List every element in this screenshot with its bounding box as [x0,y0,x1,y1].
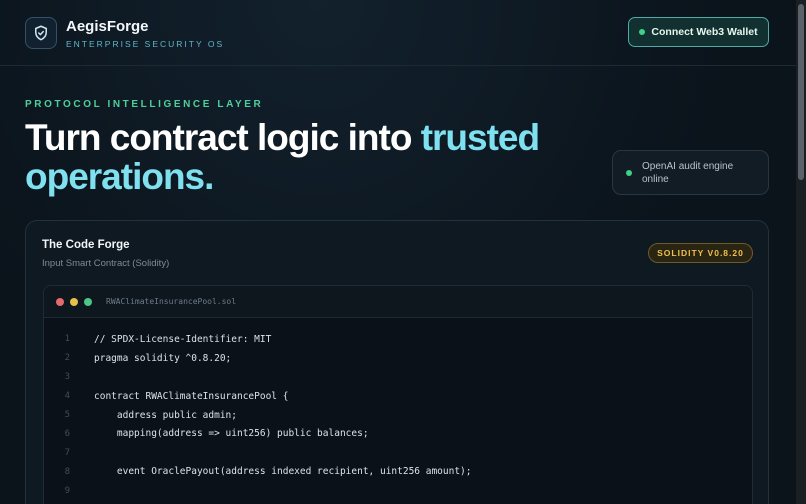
scrollbar-thumb[interactable] [798,4,804,180]
hero-title: Turn contract logic into trusted operati… [25,118,605,196]
code-text[interactable]: pragma solidity ^0.8.20; [70,353,231,364]
line-number: 1 [64,334,70,345]
solidity-version-badge: SOLIDITY V0.8.20 [648,243,753,263]
code-forge-subtitle: Input Smart Contract (Solidity) [42,258,170,269]
line-number: 7 [64,447,70,458]
line-number: 9 [64,485,70,496]
hero-title-plain: Turn contract logic into [25,117,421,158]
code-line[interactable]: 4 contract RWAClimateInsurancePool { [44,387,752,406]
top-header: AegisForge ENTERPRISE SECURITY OS Connec… [0,0,796,66]
code-forge-card: The Code Forge Input Smart Contract (Sol… [25,220,769,504]
window-minimize-dot [70,297,78,306]
line-number: 2 [64,353,70,364]
window-close-dot [56,297,64,306]
code-line[interactable]: 3 [44,368,752,387]
code-text[interactable]: address public admin; [70,410,237,421]
code-text[interactable]: event OraclePayout(address indexed recip… [70,466,472,477]
line-number: 6 [64,428,70,439]
line-number: 8 [64,466,70,477]
line-number: 4 [64,391,70,402]
page: AegisForge ENTERPRISE SECURITY OS Connec… [0,0,796,504]
line-number: 5 [64,410,70,420]
code-text[interactable]: // SPDX-License-Identifier: MIT [70,334,271,345]
shield-check-icon [25,17,57,49]
code-line[interactable]: 8 event OraclePayout(address indexed rec… [44,462,752,481]
code-text[interactable]: contract RWAClimateInsurancePool { [70,391,288,402]
connect-wallet-button[interactable]: Connect Web3 Wallet [628,17,769,47]
line-number: 3 [64,372,70,383]
code-editor[interactable]: RWAClimateInsurancePool.sol 1// SPDX-Lic… [43,285,753,504]
code-text[interactable]: mapping(address => uint256) public balan… [70,428,369,439]
window-maximize-dot [84,297,92,306]
engine-status-dot [626,169,632,176]
hero-eyebrow: PROTOCOL INTELLIGENCE LAYER [25,99,264,110]
code-line[interactable]: 1// SPDX-License-Identifier: MIT [44,330,752,349]
brand-name: AegisForge [66,18,149,35]
connect-wallet-label: Connect Web3 Wallet [651,26,758,38]
code-line[interactable]: 9 [44,481,752,500]
editor-titlebar: RWAClimateInsurancePool.sol [44,286,752,318]
code-forge-title: The Code Forge [42,239,130,251]
wallet-status-dot [639,29,646,35]
code-area[interactable]: 1// SPDX-License-Identifier: MIT 2 pragma … [44,330,752,500]
engine-status-card: OpenAI audit engine online [612,150,769,195]
page-scrollbar[interactable] [796,0,806,504]
code-line[interactable]: 6 mapping(address => uint256) public bal… [44,424,752,443]
code-line[interactable]: 5 address public admin; [44,406,752,425]
engine-status-text: OpenAI audit engine online [642,160,734,185]
editor-filename: RWAClimateInsurancePool.sol [106,297,237,306]
code-line[interactable]: 7 [44,443,752,462]
brand-tagline: ENTERPRISE SECURITY OS [66,39,225,49]
code-line[interactable]: 2 pragma solidity ^0.8.20; [44,349,752,368]
